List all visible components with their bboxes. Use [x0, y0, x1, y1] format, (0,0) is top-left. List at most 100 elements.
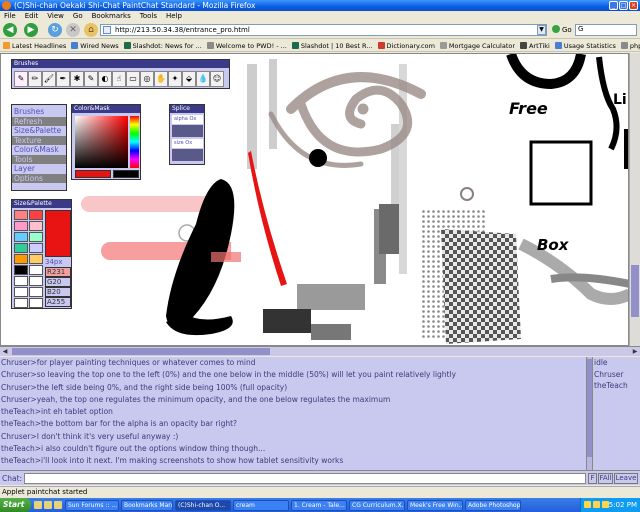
- stamp-tool-icon[interactable]: ⬙: [182, 71, 196, 87]
- close-button[interactable]: ×: [629, 1, 638, 10]
- menu-view[interactable]: View: [47, 11, 64, 21]
- airbrush-tool-icon[interactable]: ✱: [70, 71, 84, 87]
- bookmark-item[interactable]: Wired News: [71, 40, 119, 51]
- forward-icon[interactable]: ▶: [24, 23, 38, 37]
- marker-tool-icon[interactable]: ✒: [56, 71, 70, 87]
- minimize-button[interactable]: _: [609, 1, 618, 10]
- palette-swatches[interactable]: [14, 210, 44, 308]
- back-icon[interactable]: ◀: [3, 23, 17, 37]
- go-button[interactable]: Go: [552, 25, 572, 35]
- taskbar-item[interactable]: Sun Forums :: ...: [65, 499, 119, 511]
- brush-tool-icon[interactable]: 🖌: [42, 71, 56, 87]
- taskbar-item[interactable]: CG Curriculum.X...: [349, 499, 405, 511]
- palette-swatch[interactable]: [14, 287, 28, 297]
- bookmark-item[interactable]: Latest Headlines: [3, 40, 66, 51]
- bookmark-item[interactable]: Dictionary.com: [377, 40, 435, 51]
- watercolor-tool-icon[interactable]: ✎: [84, 71, 98, 87]
- menu-tools[interactable]: Tools: [12, 154, 66, 164]
- maximize-button[interactable]: □: [619, 1, 628, 10]
- taskbar-item[interactable]: Meek's Free Win...: [407, 499, 463, 511]
- red-value[interactable]: R231: [45, 267, 71, 277]
- scroll-thumb[interactable]: [12, 348, 270, 355]
- palette-swatch[interactable]: [29, 265, 43, 275]
- palette-swatch[interactable]: [29, 232, 43, 242]
- dodge-tool-icon[interactable]: ◎: [140, 71, 154, 87]
- bookmark-item[interactable]: ArtTiki: [520, 40, 550, 51]
- color-mask-panel[interactable]: Color&Mask: [71, 104, 141, 180]
- bookmark-item[interactable]: Slashdot | 10 Best R...: [291, 40, 373, 51]
- blue-value[interactable]: B20: [45, 287, 71, 297]
- palette-swatch[interactable]: [29, 254, 43, 264]
- pen-tool-icon[interactable]: ✎: [14, 71, 28, 87]
- tray-icon[interactable]: [584, 501, 591, 508]
- alpha-slider[interactable]: [172, 125, 203, 137]
- chat-input[interactable]: [24, 473, 586, 484]
- pencil-tool-icon[interactable]: ✏: [28, 71, 42, 87]
- leave-button[interactable]: Leave: [614, 473, 638, 484]
- folder-icon[interactable]: [54, 501, 62, 509]
- menu-texture[interactable]: Texture: [12, 135, 66, 145]
- palette-swatch[interactable]: [14, 243, 28, 253]
- url-dropdown-icon[interactable]: ▼: [537, 25, 546, 35]
- reload-icon[interactable]: ↻: [48, 23, 62, 37]
- taskbar-item[interactable]: Adobe Photoshop: [465, 499, 521, 511]
- scroll-thumb[interactable]: [631, 265, 639, 317]
- start-button[interactable]: Start: [0, 498, 31, 512]
- smudge-tool-icon[interactable]: ☝: [112, 71, 126, 87]
- palette-swatch[interactable]: [29, 221, 43, 231]
- user-item[interactable]: idle: [593, 357, 640, 369]
- palette-swatch[interactable]: [14, 221, 28, 231]
- splice-panel[interactable]: Splice alpha Ox size Ox: [169, 104, 205, 165]
- brushes-panel[interactable]: Brushes ✎ ✏ 🖌 ✒ ✱ ✎ ◐ ☝ ▭ ◎ ✋ ✦ ⬙ 💧 ☺: [11, 59, 230, 89]
- eraser-tool-icon[interactable]: ▭: [126, 71, 140, 87]
- menu-help[interactable]: Help: [166, 11, 182, 21]
- palette-swatch[interactable]: [29, 210, 43, 220]
- palette-swatch[interactable]: [14, 276, 28, 286]
- menu-file[interactable]: File: [4, 11, 16, 21]
- face-tool-icon[interactable]: ☺: [210, 71, 224, 87]
- sharpen-tool-icon[interactable]: ✦: [168, 71, 182, 87]
- palette-swatch[interactable]: [29, 276, 43, 286]
- user-item[interactable]: Chruser: [593, 369, 640, 381]
- menu-refresh[interactable]: Refresh: [12, 116, 66, 126]
- size-palette-panel[interactable]: Size&Palette 34px R231 G20 B20 A255: [11, 199, 72, 309]
- tray-icon[interactable]: [593, 501, 600, 508]
- scroll-left-icon[interactable]: ◀: [0, 347, 10, 356]
- home-icon[interactable]: ⌂: [84, 23, 98, 37]
- taskbar-item[interactable]: cream: [233, 499, 289, 511]
- menu-go[interactable]: Go: [73, 11, 83, 21]
- size-slider[interactable]: [172, 149, 203, 161]
- menu-tools[interactable]: Tools: [140, 11, 157, 21]
- options-menu-panel[interactable]: Brushes Refresh Size&Palette Texture Col…: [11, 104, 67, 191]
- menu-options[interactable]: Options: [12, 173, 66, 183]
- hue-slider[interactable]: [130, 116, 139, 168]
- drawing-canvas[interactable]: Free Box Li Brushes ✎ ✏ 🖌 ✒ ✱ ✎ ◐ ☝ ▭ ◎ …: [0, 53, 629, 346]
- color-picker-square[interactable]: [75, 116, 128, 168]
- drop-tool-icon[interactable]: 💧: [196, 71, 210, 87]
- canvas-horizontal-scrollbar[interactable]: ◀ ▶: [0, 346, 640, 356]
- palette-swatch[interactable]: [14, 265, 28, 275]
- menu-color-mask[interactable]: Color&Mask: [12, 145, 66, 155]
- taskbar-item[interactable]: Bookmarks Man...: [121, 499, 173, 511]
- palette-swatch[interactable]: [29, 287, 43, 297]
- burn-tool-icon[interactable]: ✋: [154, 71, 168, 87]
- bookmark-item[interactable]: Welcome to PWD! - ...: [206, 40, 287, 51]
- fall-button[interactable]: FAll: [598, 473, 613, 484]
- alpha-value[interactable]: A255: [45, 297, 71, 307]
- palette-swatch[interactable]: [14, 210, 28, 220]
- blur-tool-icon[interactable]: ◐: [98, 71, 112, 87]
- user-item[interactable]: theTeach: [593, 380, 640, 392]
- palette-swatch[interactable]: [14, 232, 28, 242]
- bookmark-item[interactable]: Slashdot: News for ...: [123, 40, 202, 51]
- palette-swatch[interactable]: [14, 254, 28, 264]
- stop-icon[interactable]: ✕: [66, 23, 80, 37]
- green-value[interactable]: G20: [45, 277, 71, 287]
- palette-swatch[interactable]: [14, 298, 28, 308]
- menu-layer[interactable]: Layer: [12, 164, 66, 174]
- palette-swatch[interactable]: [29, 298, 43, 308]
- menu-edit[interactable]: Edit: [25, 11, 39, 21]
- f-button[interactable]: F: [588, 473, 597, 484]
- scroll-right-icon[interactable]: ▶: [630, 347, 640, 356]
- search-input[interactable]: G: [575, 24, 637, 36]
- bookmark-item[interactable]: Mortgage Calculator: [439, 40, 515, 51]
